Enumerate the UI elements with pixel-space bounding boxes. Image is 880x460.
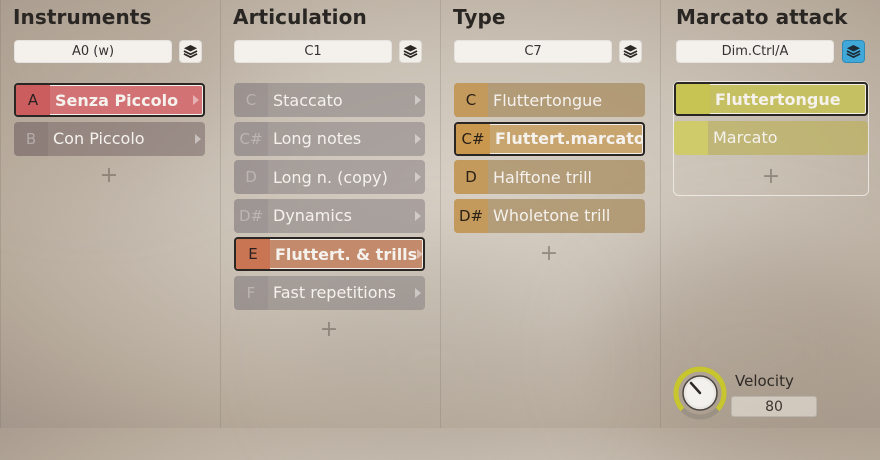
articulation-title: Articulation	[233, 5, 367, 29]
marcato-key-field[interactable]: Dim.Ctrl/A	[676, 40, 834, 63]
item-key	[676, 84, 710, 114]
item-key: C#	[456, 124, 490, 154]
layers-icon	[403, 44, 418, 59]
type-layer-button[interactable]	[619, 40, 642, 63]
velocity-knob[interactable]	[673, 366, 727, 420]
list-item[interactable]: C Staccato	[234, 83, 425, 117]
list-item[interactable]: D# Wholetone trill	[454, 199, 645, 233]
item-key: D	[454, 160, 488, 194]
item-label: Senza Piccolo	[50, 91, 193, 110]
marcato-column: Marcato attack Dim.Ctrl/A Fluttertongue …	[660, 0, 880, 428]
item-key: D#	[234, 199, 268, 233]
articulation-key-field[interactable]: C1	[234, 40, 392, 63]
add-item-button[interactable]: +	[99, 163, 119, 188]
instruments-layer-button[interactable]	[179, 40, 202, 63]
add-item-button[interactable]: +	[319, 317, 339, 342]
item-key: D#	[454, 199, 488, 233]
instruments-column: Instruments A0 (w) A Senza Piccolo B Con…	[0, 0, 219, 428]
chevron-right-icon[interactable]	[415, 211, 421, 221]
velocity-value-field[interactable]: 80	[731, 396, 817, 417]
chevron-right-icon[interactable]	[195, 134, 201, 144]
type-key-field[interactable]: C7	[454, 40, 612, 63]
chevron-right-icon[interactable]	[415, 288, 421, 298]
list-item[interactable]: C# Long notes	[234, 122, 425, 156]
chevron-right-icon[interactable]	[415, 172, 421, 182]
list-item[interactable]: E Fluttert. & trills	[234, 237, 425, 271]
item-label: Con Piccolo	[48, 129, 195, 148]
add-item-button[interactable]: +	[761, 164, 781, 189]
marcato-title: Marcato attack	[676, 5, 848, 29]
list-item[interactable]: C# Fluttert.marcato	[454, 122, 645, 156]
list-item[interactable]: D# Dynamics	[234, 199, 425, 233]
list-item[interactable]: D Halftone trill	[454, 160, 645, 194]
instruments-title: Instruments	[13, 5, 151, 29]
list-item[interactable]: C Fluttertongue	[454, 83, 645, 117]
list-item[interactable]: B Con Piccolo	[14, 122, 205, 156]
list-item[interactable]: D Long n. (copy)	[234, 160, 425, 194]
articulation-column: Articulation C1 C Staccato C# Long notes…	[220, 0, 439, 428]
articulation-layer-button[interactable]	[399, 40, 422, 63]
list-item[interactable]: Marcato	[674, 121, 868, 155]
item-label: Fluttertongue	[710, 90, 866, 109]
item-label: Staccato	[268, 91, 415, 110]
chevron-right-icon[interactable]	[415, 134, 421, 144]
item-label: Halftone trill	[488, 168, 645, 187]
item-key: B	[14, 122, 48, 156]
layers-icon	[846, 44, 861, 59]
item-label: Long notes	[268, 129, 415, 148]
item-label: Long n. (copy)	[268, 168, 415, 187]
chevron-right-icon[interactable]	[193, 95, 199, 105]
item-key: C	[454, 83, 488, 117]
chevron-right-icon[interactable]	[415, 95, 421, 105]
item-label: Fluttertongue	[488, 91, 645, 110]
marcato-layer-button[interactable]	[842, 40, 865, 63]
list-item[interactable]: F Fast repetitions	[234, 276, 425, 310]
articulation-list: C Staccato C# Long notes D Long n. (copy…	[234, 83, 425, 314]
layers-icon	[623, 44, 638, 59]
item-key: C	[234, 83, 268, 117]
type-list: C Fluttertongue C# Fluttert.marcato D Ha…	[454, 83, 645, 237]
item-label: Dynamics	[268, 206, 415, 225]
item-key: D	[234, 160, 268, 194]
item-key: E	[236, 239, 270, 269]
item-label: Fluttert. & trills	[270, 245, 417, 264]
item-key: A	[16, 85, 50, 115]
item-key	[674, 121, 708, 155]
marcato-list: Fluttertongue Marcato	[674, 82, 868, 159]
instruments-list: A Senza Piccolo B Con Piccolo	[14, 83, 205, 160]
item-label: Fluttert.marcato	[490, 129, 645, 148]
type-column: Type C7 C Fluttertongue C# Fluttert.marc…	[440, 0, 659, 428]
list-item[interactable]: Fluttertongue	[674, 82, 868, 116]
item-key: F	[234, 276, 268, 310]
item-label: Wholetone trill	[488, 206, 645, 225]
item-label: Marcato	[708, 128, 868, 147]
chevron-right-icon[interactable]	[417, 249, 423, 259]
velocity-label: Velocity	[735, 372, 794, 390]
instruments-key-field[interactable]: A0 (w)	[14, 40, 172, 63]
layers-icon	[183, 44, 198, 59]
item-key: C#	[234, 122, 268, 156]
add-item-button[interactable]: +	[539, 241, 559, 266]
item-label: Fast repetitions	[268, 283, 415, 302]
list-item[interactable]: A Senza Piccolo	[14, 83, 205, 117]
type-title: Type	[453, 5, 506, 29]
